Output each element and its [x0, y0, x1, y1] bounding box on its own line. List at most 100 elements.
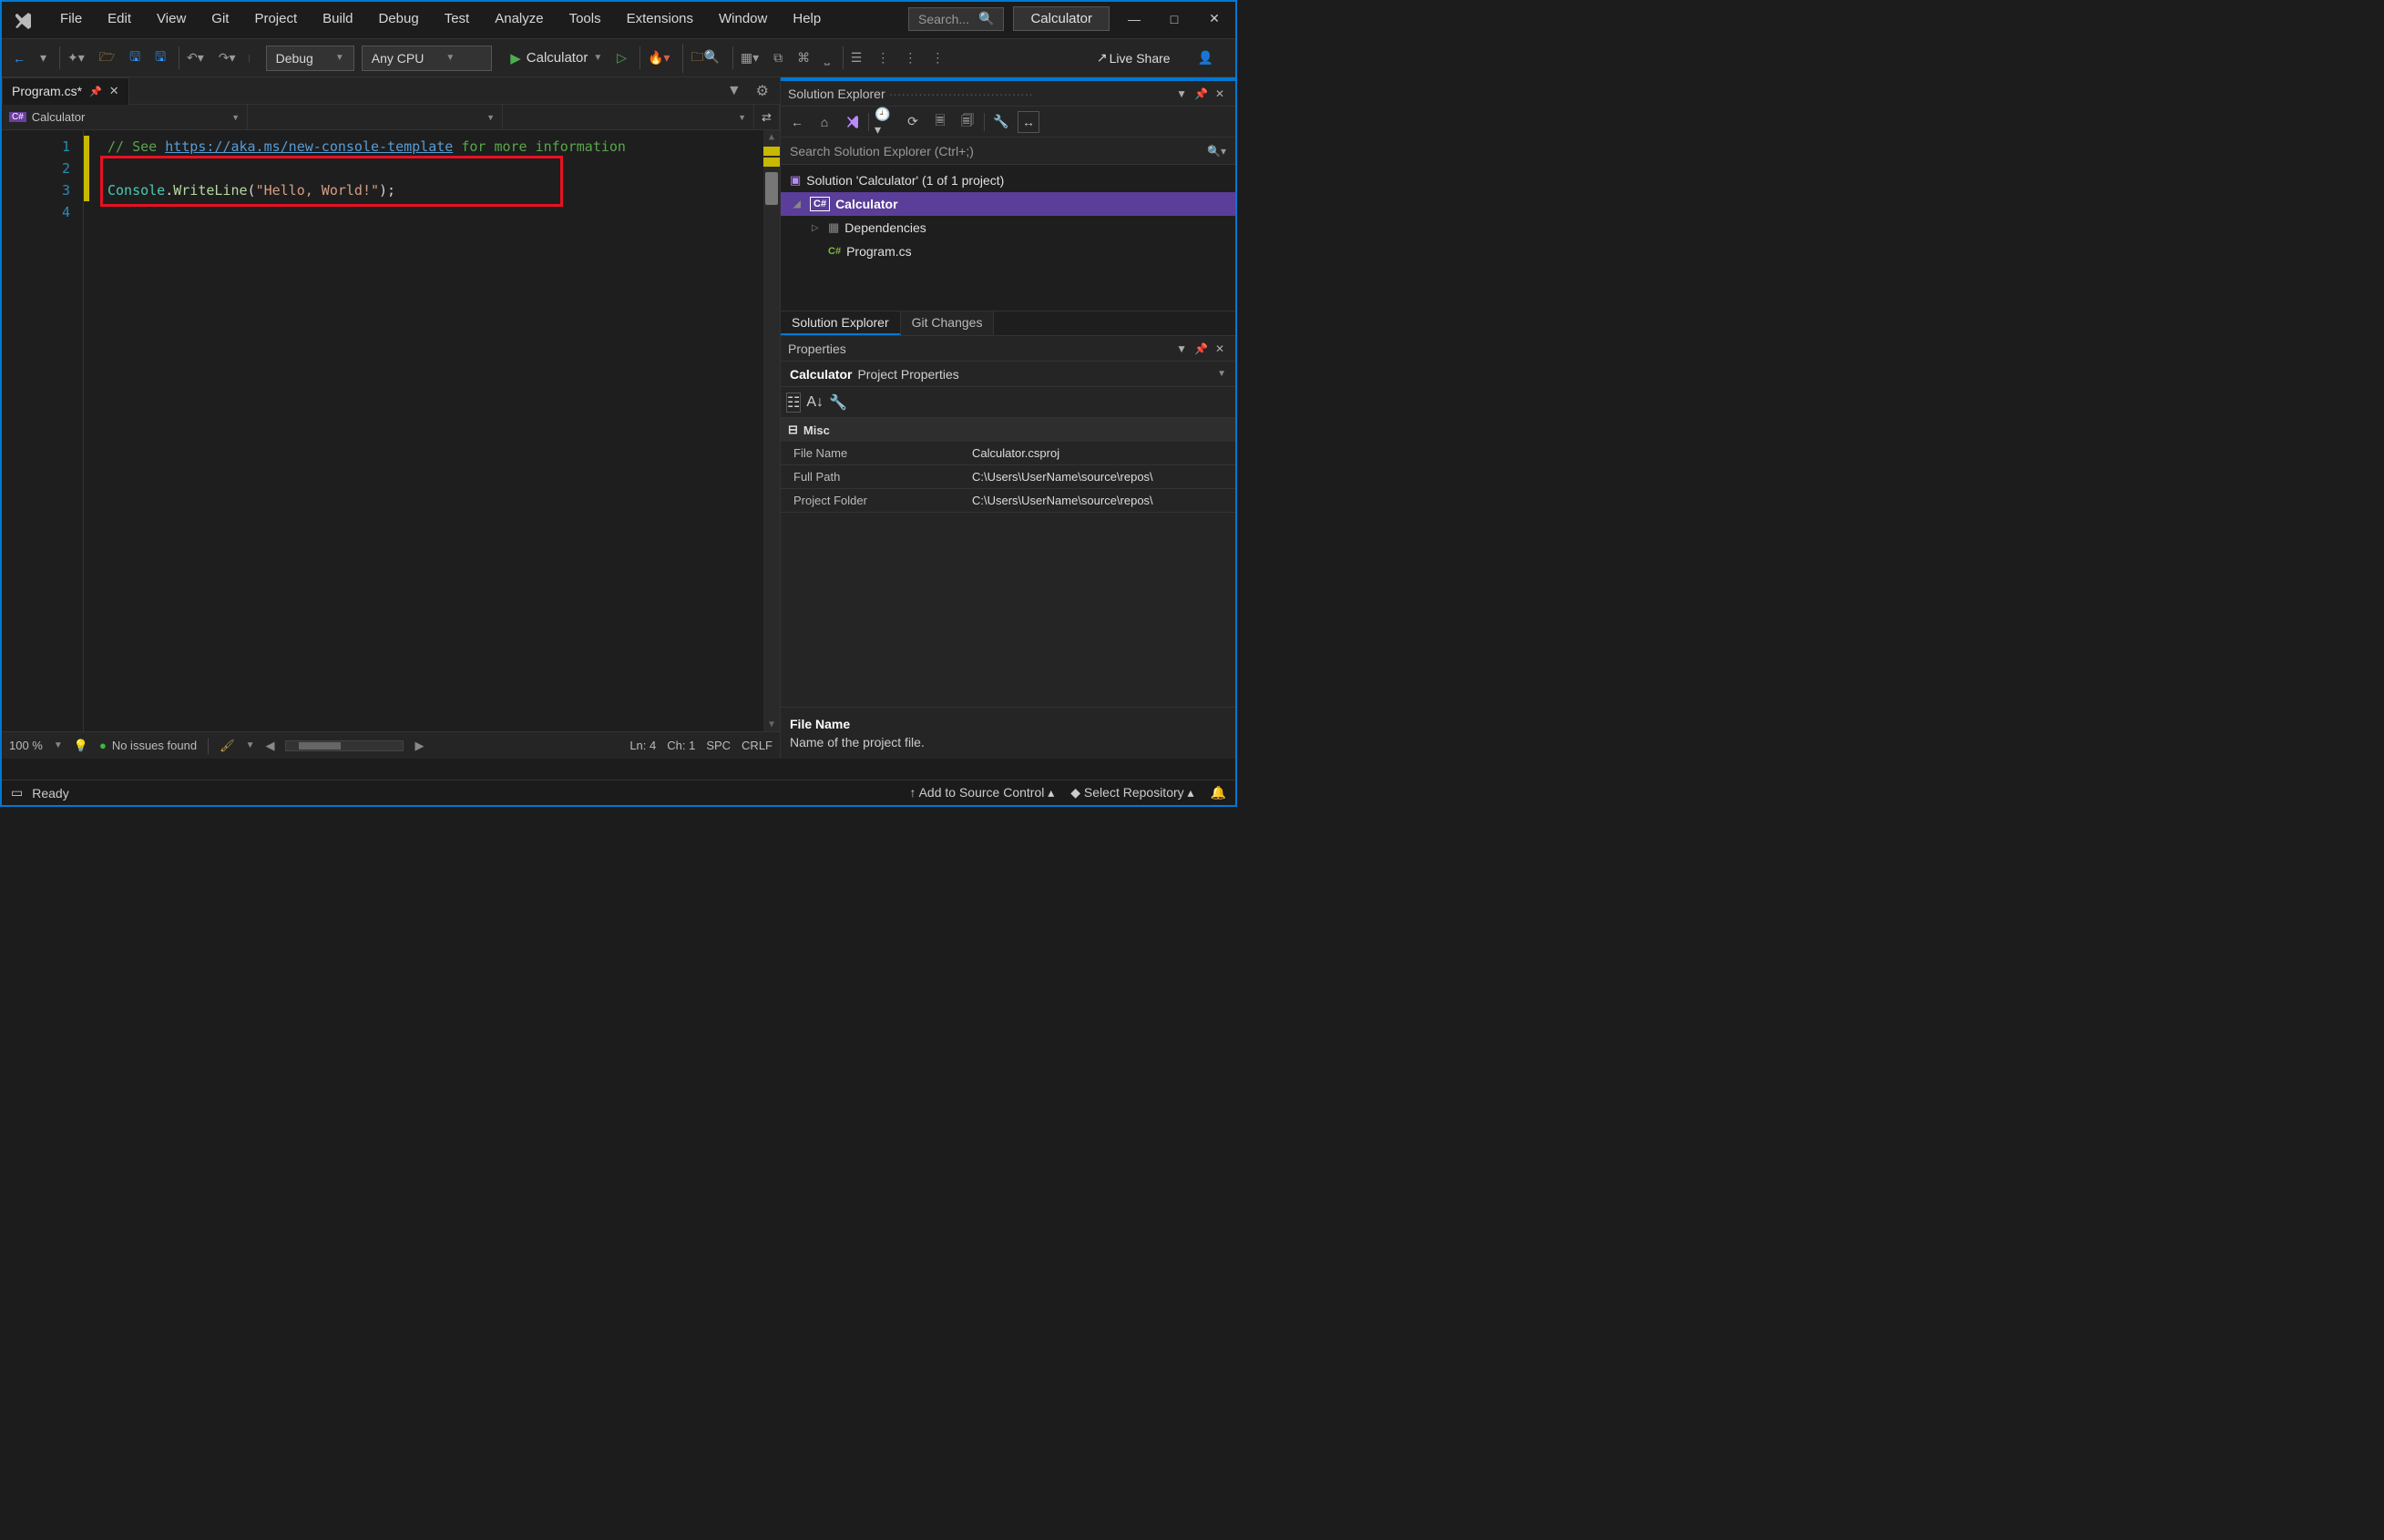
- close-icon[interactable]: ✕: [1212, 87, 1228, 100]
- output-window-icon[interactable]: ▭: [11, 785, 23, 801]
- expand-arrow-icon[interactable]: ▷: [812, 223, 823, 233]
- zoom-level[interactable]: 100 %: [9, 739, 43, 752]
- nav-project-dropdown[interactable]: C# Calculator ▼: [2, 105, 248, 129]
- menu-edit[interactable]: Edit: [95, 5, 144, 32]
- preview-button[interactable]: ↔: [1018, 111, 1039, 133]
- split-editor-button[interactable]: ⇄: [754, 105, 780, 129]
- live-share-button[interactable]: ↗ Live Share: [1091, 46, 1176, 69]
- solution-tree[interactable]: ▣ Solution 'Calculator' (1 of 1 project)…: [781, 165, 1235, 311]
- menu-git[interactable]: Git: [199, 5, 241, 32]
- open-file-button[interactable]: 🗁: [94, 44, 120, 73]
- pin-icon[interactable]: 📌: [1191, 342, 1212, 355]
- close-icon[interactable]: ✕: [109, 84, 119, 98]
- redo-button[interactable]: ↷▾: [213, 46, 241, 69]
- save-all-button[interactable]: 🖫: [149, 44, 171, 73]
- config-dropdown[interactable]: Debug▼: [266, 46, 354, 71]
- menu-extensions[interactable]: Extensions: [614, 5, 706, 32]
- document-tab-program[interactable]: Program.cs* 📌 ✕: [2, 77, 129, 105]
- history-button[interactable]: 🕘▾: [875, 111, 896, 133]
- vertical-scrollbar[interactable]: ▲ ▼: [763, 130, 780, 731]
- intellisense-icon[interactable]: 💡: [74, 739, 88, 753]
- start-debugging-button[interactable]: ▶ Calculator ▼: [505, 50, 608, 66]
- tab-solution-explorer[interactable]: Solution Explorer: [781, 311, 901, 335]
- menu-tools[interactable]: Tools: [557, 5, 614, 32]
- nav-type-dropdown[interactable]: ▼: [248, 105, 503, 129]
- solution-explorer-search[interactable]: Search Solution Explorer (Ctrl+;) 🔍▾: [781, 138, 1235, 165]
- toolbar-icon[interactable]: ⧉: [768, 46, 788, 69]
- find-in-files-button[interactable]: 🗀🔍: [682, 44, 724, 73]
- save-button[interactable]: 🖫: [124, 44, 146, 73]
- pin-icon[interactable]: 📌: [1191, 87, 1212, 100]
- tree-file-node[interactable]: C# Program.cs: [781, 240, 1235, 263]
- start-without-debugging-button[interactable]: ▷: [611, 46, 632, 69]
- chevron-down-icon[interactable]: ▼: [1172, 87, 1191, 100]
- collapse-arrow-icon[interactable]: ◢: [793, 199, 804, 209]
- new-item-button[interactable]: ✦▾: [59, 46, 90, 69]
- back-button[interactable]: ←: [786, 111, 808, 133]
- text-editor[interactable]: 1 2 3 4 // See https://aka.ms/new-consol…: [2, 130, 780, 731]
- properties-button[interactable]: 🔧: [990, 111, 1012, 133]
- property-row[interactable]: Full PathC:\Users\UserName\source\repos\: [781, 465, 1235, 489]
- nav-back-button[interactable]: ←: [7, 47, 31, 69]
- property-row[interactable]: Project FolderC:\Users\UserName\source\r…: [781, 489, 1235, 513]
- alphabetical-button[interactable]: A↓: [806, 394, 824, 411]
- add-to-source-control-button[interactable]: ↑ Add to Source Control ▴: [909, 785, 1054, 801]
- chevron-down-icon[interactable]: ▼: [1172, 342, 1191, 355]
- categorized-button[interactable]: ☷: [786, 393, 801, 413]
- whitespace-mode[interactable]: SPC: [706, 739, 731, 752]
- property-category[interactable]: ⊟ Misc: [781, 418, 1235, 442]
- drag-handle-icon[interactable]: ··································: [885, 87, 1172, 101]
- menu-view[interactable]: View: [144, 5, 199, 32]
- close-icon[interactable]: ✕: [1212, 342, 1228, 355]
- home-button[interactable]: ⌂: [813, 111, 835, 133]
- line-ending-mode[interactable]: CRLF: [742, 739, 772, 752]
- chevron-down-icon[interactable]: ▼: [54, 740, 63, 750]
- tree-dependencies-node[interactable]: ▷ ▦ Dependencies: [781, 216, 1235, 240]
- menu-help[interactable]: Help: [780, 5, 834, 32]
- tabstrip-chevron-down-icon[interactable]: ▼: [720, 83, 749, 99]
- menu-analyze[interactable]: Analyze: [482, 5, 556, 32]
- scroll-left-icon[interactable]: ◀: [265, 739, 274, 753]
- hot-reload-button[interactable]: 🔥▾: [639, 46, 675, 69]
- menu-debug[interactable]: Debug: [366, 5, 432, 32]
- window-maximize-button[interactable]: □: [1159, 6, 1190, 32]
- property-pages-button[interactable]: 🔧: [829, 393, 847, 412]
- nav-forward-button[interactable]: ▾: [35, 46, 52, 69]
- brush-icon[interactable]: 🖌: [220, 739, 235, 753]
- undo-button[interactable]: ↶▾: [179, 46, 210, 69]
- comment-button[interactable]: ⋮: [898, 46, 922, 69]
- pin-icon[interactable]: 📌: [89, 86, 102, 97]
- quick-search[interactable]: Search... 🔍: [908, 7, 1004, 31]
- account-button[interactable]: 👤: [1192, 46, 1219, 69]
- horizontal-scrollbar[interactable]: [285, 740, 404, 751]
- switch-views-button[interactable]: [841, 111, 863, 133]
- menu-build[interactable]: Build: [310, 5, 365, 32]
- chevron-down-icon[interactable]: ▼: [246, 740, 255, 750]
- menu-test[interactable]: Test: [432, 5, 483, 32]
- window-minimize-button[interactable]: —: [1119, 6, 1150, 32]
- window-close-button[interactable]: ✕: [1199, 5, 1230, 32]
- nav-member-dropdown[interactable]: ▼: [503, 105, 754, 129]
- code-content[interactable]: // See https://aka.ms/new-console-templa…: [89, 130, 763, 731]
- properties-object-selector[interactable]: CalculatorProject Properties ▼: [781, 362, 1235, 387]
- properties-header[interactable]: Properties ▼ 📌 ✕: [781, 336, 1235, 362]
- scroll-right-icon[interactable]: ▶: [414, 739, 424, 753]
- tab-git-changes[interactable]: Git Changes: [901, 311, 995, 335]
- notifications-icon[interactable]: 🔔: [1211, 785, 1226, 801]
- collapse-all-button[interactable]: 🗏: [929, 111, 951, 133]
- tree-project-node[interactable]: ◢ C# Calculator: [781, 192, 1235, 216]
- toolbar-icon[interactable]: ▦▾: [732, 46, 764, 69]
- menu-window[interactable]: Window: [706, 5, 780, 32]
- show-all-files-button[interactable]: 🗐: [957, 111, 978, 133]
- menu-project[interactable]: Project: [241, 5, 310, 32]
- indent-button[interactable]: ☰: [843, 46, 868, 69]
- outdent-button[interactable]: ⋮: [871, 46, 895, 69]
- tree-solution-node[interactable]: ▣ Solution 'Calculator' (1 of 1 project): [781, 168, 1235, 192]
- property-row[interactable]: File NameCalculator.csproj: [781, 442, 1235, 465]
- refresh-button[interactable]: ⟳: [902, 111, 924, 133]
- toolbar-icon[interactable]: ⌘: [792, 46, 815, 69]
- select-repository-button[interactable]: ◆ Select Repository ▴: [1070, 785, 1193, 801]
- menu-file[interactable]: File: [47, 5, 95, 32]
- solution-explorer-header[interactable]: Solution Explorer ······················…: [781, 81, 1235, 107]
- uncomment-button[interactable]: ⋮: [926, 46, 949, 69]
